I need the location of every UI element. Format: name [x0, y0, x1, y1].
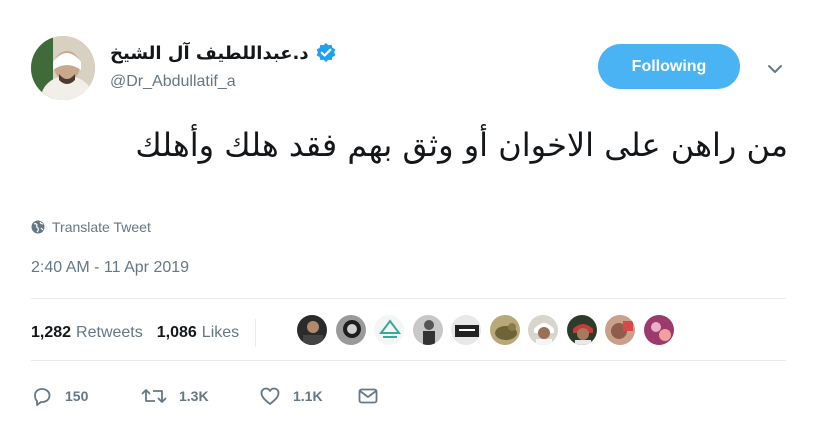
stats-separator — [255, 319, 257, 347]
tweet-card: د.عبداللطيف آل الشيخ @Dr_Abdullatif_a Fo… — [0, 0, 828, 423]
likes-stat[interactable]: 1,086 Likes — [157, 324, 239, 342]
translate-label[interactable]: Translate Tweet — [52, 219, 151, 235]
tweet-stats: 1,282 Retweets 1,086 Likes — [31, 319, 270, 347]
author-name-row: د.عبداللطيف آل الشيخ — [110, 40, 337, 66]
chevron-down-icon[interactable] — [764, 58, 786, 80]
divider — [31, 298, 786, 299]
retweet-count: 1.3K — [179, 388, 209, 404]
translate-tweet-link[interactable]: Translate Tweet — [31, 219, 151, 235]
like-button[interactable]: 1.1K — [259, 385, 357, 407]
retweet-button[interactable]: 1.3K — [141, 385, 259, 407]
tweet-text: من راهن على الاخوان أو وثق بهم فقد هلك و… — [135, 126, 788, 164]
liker-avatar[interactable] — [411, 314, 444, 346]
tweet-actions: 150 1.3K 1.1K — [31, 382, 391, 410]
globe-icon — [31, 220, 45, 234]
following-button[interactable]: Following — [598, 44, 740, 89]
author-display-name[interactable]: د.عبداللطيف آل الشيخ — [110, 43, 309, 64]
likes-label: Likes — [201, 324, 240, 341]
reply-count: 150 — [65, 388, 89, 404]
likes-count: 1,086 — [156, 324, 197, 341]
liker-avatar[interactable] — [450, 314, 482, 346]
retweet-icon — [141, 389, 167, 403]
liker-avatars — [296, 314, 681, 346]
liker-avatar[interactable] — [565, 314, 598, 346]
liker-avatar[interactable] — [296, 314, 328, 346]
like-count: 1.1K — [293, 388, 323, 404]
liker-avatar[interactable] — [373, 314, 405, 346]
direct-message-button[interactable] — [357, 385, 391, 407]
liker-avatar[interactable] — [642, 314, 675, 346]
heart-icon — [260, 387, 280, 405]
retweets-count: 1,282 — [31, 324, 72, 341]
liker-avatar[interactable] — [488, 314, 521, 346]
liker-avatar[interactable] — [604, 314, 636, 346]
author-handle[interactable]: @Dr_Abdullatif_a — [110, 73, 236, 91]
retweets-stat[interactable]: 1,282 Retweets — [31, 324, 143, 342]
reply-icon — [34, 388, 51, 406]
liker-avatar[interactable] — [334, 314, 367, 346]
divider — [31, 360, 786, 361]
mail-icon — [358, 388, 378, 404]
tweet-timestamp[interactable]: 2:40 AM - 11 Apr 2019 — [31, 259, 189, 277]
verified-badge-icon — [315, 42, 337, 64]
retweets-label: Retweets — [76, 324, 143, 341]
liker-avatar[interactable] — [527, 314, 559, 346]
author-avatar[interactable] — [31, 36, 95, 100]
reply-button[interactable]: 150 — [31, 385, 141, 407]
